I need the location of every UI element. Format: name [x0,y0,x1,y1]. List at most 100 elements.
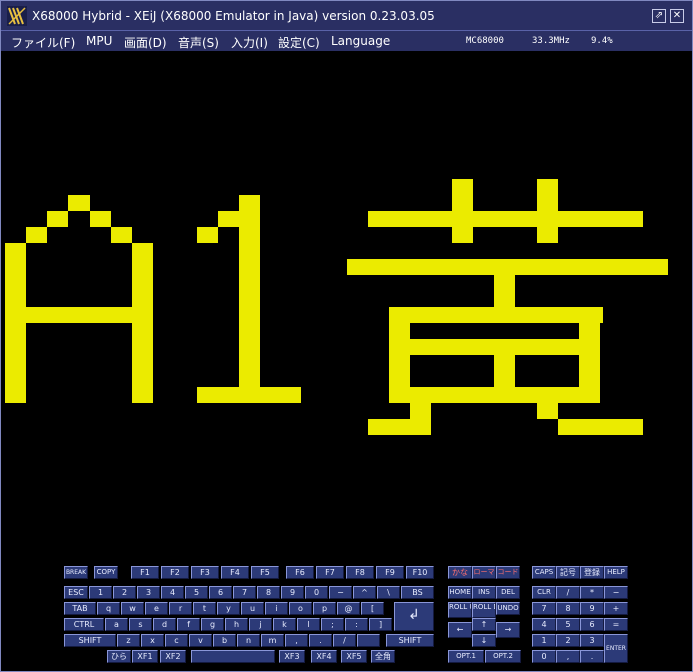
close-button[interactable]: ✕ [670,9,684,23]
key-undo[interactable]: UNDO [496,602,520,615]
key-f1[interactable]: F1 [131,566,159,579]
key-8[interactable]: 8 [257,586,280,599]
key-arrow-right[interactable]: → [496,622,520,638]
key-hira[interactable]: ひら [107,650,131,663]
key-a[interactable]: a [105,618,128,631]
key-p[interactable]: p [313,602,336,615]
key-r[interactable]: r [169,602,192,615]
key-return[interactable]: ↲ [394,602,434,631]
key-7[interactable]: 7 [233,586,256,599]
key-w[interactable]: w [121,602,144,615]
key-backspace[interactable]: BS [401,586,434,599]
key-f8[interactable]: F8 [346,566,374,579]
key-i[interactable]: i [265,602,288,615]
key-at[interactable]: @ [337,602,360,615]
key-0[interactable]: 0 [305,586,328,599]
key-code[interactable]: コード [496,566,520,579]
key-num-6[interactable]: 6 [580,618,604,631]
key-xf3[interactable]: XF3 [279,650,305,663]
key-b[interactable]: b [213,634,236,647]
key-num-slash[interactable]: / [556,586,580,599]
key-copy[interactable]: COPY [94,566,118,579]
key-del[interactable]: DEL [496,586,520,599]
key-kigou[interactable]: 記号 [556,566,580,579]
key-zenkaku[interactable]: 全角 [371,650,395,663]
key-l[interactable]: l [297,618,320,631]
key-num-7[interactable]: 7 [532,602,556,615]
key-5[interactable]: 5 [185,586,208,599]
key-colon[interactable]: : [345,618,368,631]
key-opt2[interactable]: OPT.2 [485,650,521,663]
key-slash[interactable]: / [333,634,356,647]
key-f7[interactable]: F7 [316,566,344,579]
key-f6[interactable]: F6 [286,566,314,579]
key-num-0[interactable]: 0 [532,650,556,663]
key-num-equals[interactable]: = [604,618,628,631]
key-xf1[interactable]: XF1 [132,650,158,663]
key-roll-down[interactable]: ROLL DOWN [472,602,496,618]
key-semicolon[interactable]: ; [321,618,344,631]
key-caret[interactable]: ^ [353,586,376,599]
title-bar[interactable]: X68000 Hybrid - XEiJ (X68000 Emulator in… [1,1,692,31]
key-opt1[interactable]: OPT.1 [448,650,484,663]
key-help[interactable]: HELP [604,566,628,579]
key-romaji[interactable]: ローマ [472,566,496,579]
key-1[interactable]: 1 [89,586,112,599]
key-g[interactable]: g [201,618,224,631]
key-h[interactable]: h [225,618,248,631]
menu-mpu[interactable]: MPU [86,34,112,48]
key-num-9[interactable]: 9 [580,602,604,615]
key-shift-right[interactable]: SHIFT [386,634,434,647]
key-q[interactable]: q [97,602,120,615]
key-underscore[interactable] [357,634,380,647]
key-m[interactable]: m [261,634,284,647]
key-f[interactable]: f [177,618,200,631]
key-f4[interactable]: F4 [221,566,249,579]
key-9[interactable]: 9 [281,586,304,599]
key-minus[interactable]: − [329,586,352,599]
key-ins[interactable]: INS [472,586,496,599]
key-3[interactable]: 3 [137,586,160,599]
key-esc[interactable]: ESC [64,586,88,599]
key-xf5[interactable]: XF5 [341,650,367,663]
key-roll-up[interactable]: ROLL UP [448,602,472,618]
key-f3[interactable]: F3 [191,566,219,579]
menu-input[interactable]: 入力(I) [231,34,268,51]
key-f2[interactable]: F2 [161,566,189,579]
key-n[interactable]: n [237,634,260,647]
key-tab[interactable]: TAB [64,602,96,615]
key-x[interactable]: x [141,634,164,647]
menu-settings[interactable]: 設定(C) [278,34,320,51]
key-6[interactable]: 6 [209,586,232,599]
key-num-2[interactable]: 2 [556,634,580,647]
key-kana[interactable]: かな [448,566,472,579]
key-comma[interactable]: , [285,634,308,647]
key-e[interactable]: e [145,602,168,615]
key-right-bracket[interactable]: ] [369,618,392,631]
menu-language[interactable]: Language [331,34,390,48]
key-f9[interactable]: F9 [376,566,404,579]
key-yen[interactable]: \ [377,586,400,599]
key-touroku[interactable]: 登録 [580,566,604,579]
emulator-screen[interactable] [5,51,688,557]
menu-file[interactable]: ファイル(F) [11,34,75,51]
key-num-minus[interactable]: − [604,586,628,599]
key-left-bracket[interactable]: [ [361,602,384,615]
key-f10[interactable]: F10 [406,566,434,579]
key-k[interactable]: k [273,618,296,631]
key-num-3[interactable]: 3 [580,634,604,647]
key-xf2[interactable]: XF2 [160,650,186,663]
key-s[interactable]: s [129,618,152,631]
key-num-enter[interactable]: ENTER [604,634,628,663]
key-arrow-down[interactable]: ↓ [472,634,496,647]
key-break[interactable]: BREAK [64,566,88,579]
key-arrow-left[interactable]: ← [448,622,472,638]
key-period[interactable]: . [309,634,332,647]
key-num-period[interactable]: . [580,650,604,663]
key-space[interactable] [191,650,275,663]
key-j[interactable]: j [249,618,272,631]
key-d[interactable]: d [153,618,176,631]
key-caps[interactable]: CAPS [532,566,556,579]
key-c[interactable]: c [165,634,188,647]
key-u[interactable]: u [241,602,264,615]
